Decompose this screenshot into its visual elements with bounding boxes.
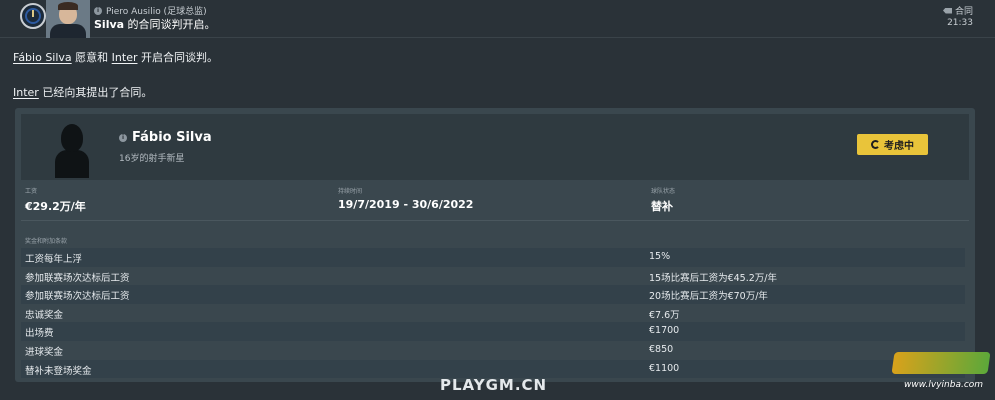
wage-value: €29.2万/年 [25,200,86,213]
info-icon[interactable]: i [119,133,127,142]
table-row: 忠诚奖金 €7.6万 [21,303,965,323]
bonus-value: €7.6万 [649,309,680,321]
duration-label: 持续时间 [338,188,363,195]
player-silhouette-icon[interactable] [53,122,93,178]
player-link[interactable]: Fábio Silva [13,51,72,64]
bonus-key: 参加联赛场次达标后工资 [25,272,130,284]
wage-label: 工资 [25,188,38,195]
message-text: 愿意和 [71,51,112,64]
bonus-table: 工资每年上浮 15% 参加联赛场次达标后工资 15场比赛后工资为€45.2万/年… [21,248,965,379]
club-link[interactable]: Inter [13,86,39,99]
watermark-logo [891,352,991,374]
player-header: i Fábio Silva 16岁的射手新星 考虑中 [21,114,969,180]
player-subtitle: 16岁的射手新星 [119,154,185,164]
bonus-value: €1100 [649,362,680,374]
sender-avatar[interactable] [46,0,90,38]
table-row: 进球奖金 €850 [21,340,965,360]
tag-icon [942,7,952,14]
message-subject: Silva 的合同谈判开启。 [94,16,216,32]
message-category: 合同 [942,4,973,17]
refresh-icon [871,140,880,149]
contract-card: i Fábio Silva 16岁的射手新星 考虑中 工资 €29.2万/年 持… [15,108,975,382]
duration-value: 19/7/2019 - 30/6/2022 [338,198,474,211]
bonus-section-title: 奖金和附加条款 [25,238,68,245]
status-label: 考虑中 [884,141,914,152]
player-name-row: i Fábio Silva [119,130,212,145]
message-text: 已经向其提出了合同。 [38,86,153,99]
divider [21,220,969,221]
message-time: 21:33 [947,18,973,28]
message-line-1: Fábio Silva 愿意和 Inter 开启合同谈判。 [13,49,218,65]
bonus-value: 15% [649,251,671,262]
bonus-key: 替补未登场奖金 [25,365,92,377]
player-name[interactable]: Fábio Silva [132,130,212,145]
bonus-key: 忠诚奖金 [25,309,64,321]
inter-logo-icon[interactable]: I [20,3,46,29]
table-row: 出场费 €1700 [21,322,965,341]
bonus-key: 进球奖金 [25,346,64,358]
category-label: 合同 [954,7,973,17]
message-text: 开启合同谈判。 [137,51,218,64]
bonus-value: €1700 [649,325,680,337]
bonus-value: €850 [649,343,674,355]
club-link[interactable]: Inter [112,51,138,64]
squad-status-label: 球队状态 [651,188,676,195]
watermark-url: www.lvyinba.com [904,380,984,390]
watermark-text: PLAYGM.CN [440,376,548,394]
bonus-value: 20场比赛后工资为€70万/年 [649,291,768,303]
subject-text: 的合同谈判开启。 [124,18,216,31]
status-button[interactable]: 考虑中 [857,134,928,155]
table-row: 工资每年上浮 15% [21,248,965,267]
bonus-key: 出场费 [25,328,54,340]
bonus-value: 15场比赛后工资为€45.2万/年 [649,272,777,284]
subject-player-link[interactable]: Silva [94,18,124,31]
table-row: 参加联赛场次达标后工资 20场比赛后工资为€70万/年 [21,285,965,304]
bonus-key: 工资每年上浮 [25,254,83,265]
bonus-key: 参加联赛场次达标后工资 [25,291,130,303]
message-header: I i Piero Ausilio (足球总监) Silva 的合同谈判开启。 … [0,0,995,38]
info-icon[interactable]: i [94,6,102,15]
squad-status-value: 替补 [651,200,673,213]
message-line-2: Inter 已经向其提出了合同。 [13,84,152,100]
table-row: 参加联赛场次达标后工资 15场比赛后工资为€45.2万/年 [21,266,965,286]
